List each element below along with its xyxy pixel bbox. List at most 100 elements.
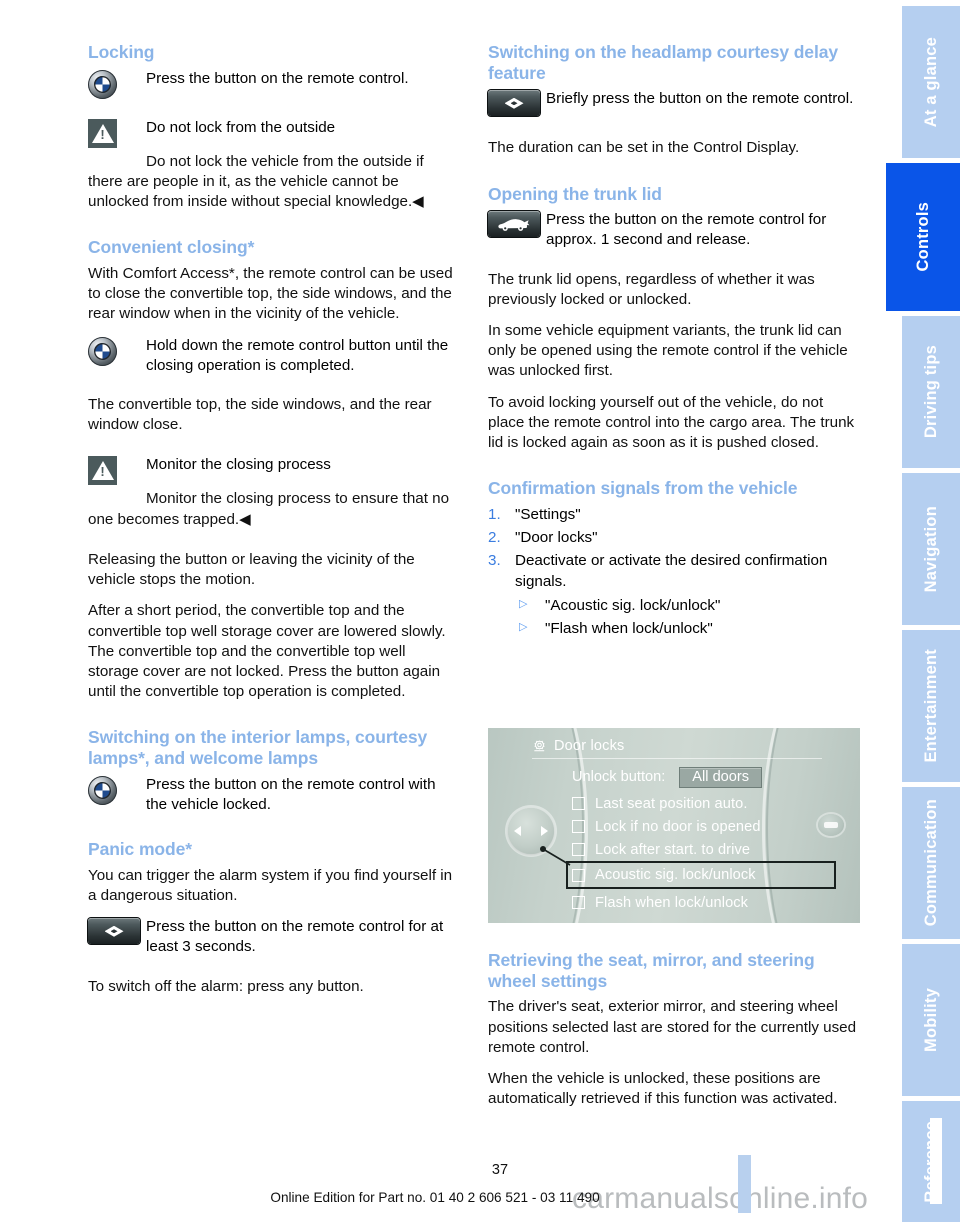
remote-trunk-button-icon (488, 211, 540, 238)
section-heading-confirmation-signals: Confirmation signals from the vehicle (488, 478, 798, 499)
convenient-closing-remote-text: Hold down the remote control button unti… (146, 336, 449, 374)
trunk-p2: In some vehicle equipment variants, the … (488, 322, 848, 380)
sub-item: ▷ "Acoustic sig. lock/unlock" (515, 596, 860, 616)
footer-edition-text: Online Edition for Part no. 01 40 2 606 … (270, 1190, 600, 1205)
triangle-bullet-icon: ▷ (519, 621, 528, 634)
control-display-titlebar: Door locks (532, 734, 822, 759)
option-row-flash-when-lock-unlock[interactable]: Flash when lock/unlock (572, 891, 836, 914)
closing-warning: Monitor the closing process (88, 455, 460, 486)
sidebar-tab-entertainment[interactable]: Entertainment (902, 630, 960, 782)
locking-warning: Do not lock from the outside (88, 118, 460, 148)
step-text: Deactivate or activate the desired confi… (515, 552, 828, 590)
convenient-closing-remote-instruction: Hold down the remote control button unti… (88, 336, 460, 376)
retrieving-p2: When the vehicle is unlocked, these posi… (488, 1069, 838, 1108)
callout-leader-line (540, 846, 571, 866)
sidebar-tab-label: Controls (913, 202, 932, 272)
bmw-roundel-icon (88, 69, 117, 99)
section-heading-locking: Locking (88, 42, 155, 62)
checkbox-icon[interactable] (572, 868, 585, 882)
headlamp-p1: The duration can be set in the Control D… (488, 139, 800, 157)
warning-triangle-icon (88, 456, 117, 486)
sidebar-tab-label: Entertainment (921, 649, 940, 763)
sidebar-tab-label: Driving tips (921, 345, 940, 439)
remote-courtesy-button-icon (488, 90, 540, 117)
step-number: 1. (488, 505, 501, 523)
option-row-last-seat-position[interactable]: Last seat position auto. (572, 792, 836, 815)
locking-warning-title: Do not lock from the outside (146, 118, 336, 136)
sidebar-tab-mobility[interactable]: Mobility (902, 944, 960, 1096)
triangle-bullet-icon: ▷ (519, 597, 528, 610)
headlamp-key-text: Briefly press the button on the remote c… (546, 90, 854, 108)
section-heading-retrieving-settings: Retrieving the seat, mirror, and steerin… (488, 950, 815, 991)
closing-warning-title: Monitor the closing process (146, 456, 331, 474)
sidebar-tab-label: Communication (921, 799, 940, 927)
sidebar-tab-navigation[interactable]: Navigation (902, 473, 960, 625)
unlock-button-row[interactable]: Unlock button: All doors (572, 764, 836, 790)
page-number: 37 (491, 1162, 509, 1178)
step-item: 1. "Settings" (488, 505, 860, 525)
trunk-p1: The trunk lid opens, regardless of wheth… (488, 270, 815, 308)
control-display-options: Unlock button: All doors Last seat posit… (566, 764, 836, 914)
option-row-lock-after-start-to-drive[interactable]: Lock after start. to drive (572, 838, 836, 861)
sidebar-tab-communication[interactable]: Communication (902, 787, 960, 939)
locking-warning-body: Do not lock the vehicle from the outside… (88, 152, 424, 211)
sidebar-tab-driving-tips[interactable]: Driving tips (902, 316, 960, 468)
step-number: 2. (488, 529, 501, 547)
section-heading-headlamp-courtesy: Switching on the headlamp courtesy delay… (488, 42, 838, 83)
manual-page: Locking Press the button on the remote c… (0, 0, 960, 1222)
unlock-button-label: Unlock button: (572, 769, 666, 785)
confirmation-sub-list: ▷ "Acoustic sig. lock/unlock" ▷ "Flash w… (515, 596, 860, 639)
convenient-closing-p4: After a short period, the convertible to… (88, 602, 446, 701)
convenient-closing-p3: Releasing the button or leaving the vici… (88, 550, 415, 589)
chapter-tab-sidebar: At a glance Controls Driving tips Naviga… (885, 0, 960, 1222)
panic-mode-key-instruction: Press the button on the remote control f… (88, 917, 460, 957)
courtesy-lozenge-glyph (504, 97, 524, 109)
retrieving-p1: The driver's seat, exterior mirror, and … (488, 998, 857, 1056)
step-text: "Door locks" (515, 529, 598, 547)
section-heading-interior-lamps: Switching on the interior lamps, courtes… (88, 727, 428, 769)
control-display-screen: Door locks Unlock button: All doors Last… (488, 728, 860, 923)
sidebar-tab-label: Navigation (921, 505, 940, 593)
step-text: "Settings" (515, 505, 581, 523)
sidebar-tab-at-a-glance[interactable]: At a glance (902, 6, 960, 158)
option-label: Last seat position auto. (595, 795, 748, 812)
section-heading-trunk-lid: Opening the trunk lid (488, 183, 662, 204)
option-label: Lock after start. to drive (595, 841, 751, 858)
option-label: Flash when lock/unlock (595, 894, 749, 911)
option-label: Acoustic sig. lock/unlock (595, 867, 756, 883)
checkbox-icon[interactable] (572, 896, 585, 909)
option-row-acoustic-sig-lock-unlock[interactable]: Acoustic sig. lock/unlock (566, 861, 836, 889)
trunk-key-instruction: Press the button on the remote control f… (488, 210, 860, 250)
display-right-button-icon (818, 814, 844, 836)
control-display-figure: Door locks Unlock button: All doors Last… (488, 728, 860, 923)
section-heading-convenient-closing: Convenient closing* (88, 237, 255, 258)
option-row-lock-if-no-door-opened[interactable]: Lock if no door is opened (572, 815, 836, 838)
option-label: Lock if no door is opened (595, 818, 761, 835)
confirmation-steps-list: 1. "Settings" 2. "Door locks" 3. Deactiv… (488, 505, 860, 639)
sub-item-text: "Flash when lock/unlock" (545, 620, 713, 638)
interior-lamps-remote-text: Press the button on the remote control w… (146, 775, 436, 813)
locking-remote-instruction: Press the button on the remote control. (88, 69, 460, 99)
control-display-title: Door locks (554, 738, 625, 754)
bmw-roundel-icon (88, 775, 117, 805)
unlock-button-value[interactable]: All doors (679, 766, 763, 788)
locking-remote-text: Press the button on the remote control. (146, 69, 409, 87)
sidebar-tab-controls[interactable]: Controls (886, 163, 960, 311)
checkbox-icon[interactable] (572, 797, 585, 810)
interior-lamps-remote-instruction: Press the button on the remote control w… (88, 775, 460, 815)
checkbox-icon[interactable] (572, 843, 585, 856)
panic-mode-p2: To switch off the alarm: press any butto… (88, 977, 364, 995)
checkbox-icon[interactable] (572, 820, 585, 833)
sidebar-tab-label: Mobility (921, 988, 940, 1052)
trunk-key-text: Press the button on the remote control f… (546, 211, 827, 249)
bmw-roundel-icon (88, 336, 117, 366)
arrow-left-icon (514, 826, 521, 836)
panic-mode-p1: You can trigger the alarm system if you … (88, 866, 453, 905)
sidebar-tab-label: At a glance (921, 36, 940, 128)
sub-item-text: "Acoustic sig. lock/unlock" (545, 596, 721, 614)
trunk-p3: To avoid locking yourself out of the veh… (488, 393, 855, 452)
remote-panic-button-icon (88, 918, 140, 945)
step-item: 3. Deactivate or activate the desired co… (488, 551, 860, 639)
panic-mode-key-text: Press the button on the remote control f… (146, 918, 444, 956)
warning-triangle-icon (88, 118, 117, 148)
